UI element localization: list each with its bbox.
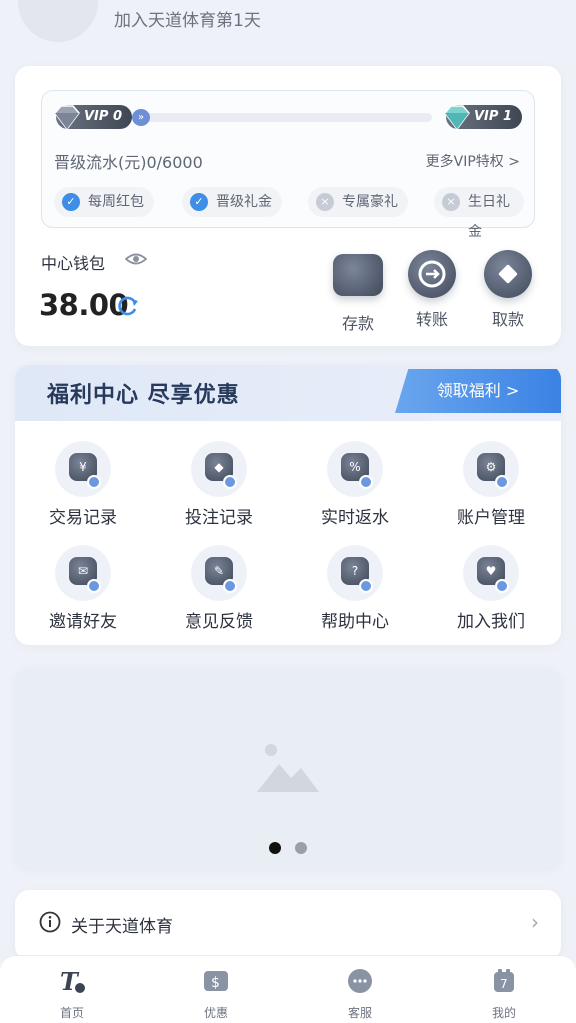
diamond-icon [54,105,80,131]
tab-profile[interactable]: 7 我的 [454,966,554,1021]
account-settings-icon: ⚙ [463,441,519,497]
feedback-icon: ✎ [191,545,247,601]
grid-item-label: 实时返水 [321,508,389,528]
grid-item-help-center[interactable]: ? 帮助中心 [295,545,415,632]
vip-next-label: VIP 1 [474,109,512,124]
wallet-icon [333,254,383,296]
svg-text:7: 7 [500,977,508,991]
grid-item-label: 加入我们 [457,612,525,632]
grid-item-feedback[interactable]: ✎ 意见反馈 [159,545,279,632]
perk-label: 生日礼金 [468,194,510,240]
svg-text:$: $ [211,975,220,991]
perk-label: 专属豪礼 [342,194,398,210]
tab-label: 我的 [491,1006,516,1020]
join-days-text: 加入天道体育第1天 [114,11,261,31]
withdraw-icon [484,250,532,298]
image-placeholder-icon [257,744,319,792]
perk-label: 晋级礼金 [216,194,272,210]
grid-item-label: 交易记录 [49,508,117,528]
rebate-icon: % [327,441,383,497]
transaction-record-icon: ¥ [55,441,111,497]
grid-item-rebate[interactable]: % 实时返水 [295,441,415,528]
transfer-label: 转账 [415,310,448,329]
withdraw-label: 取款 [491,310,524,329]
tab-promo[interactable]: $ 优惠 [166,966,266,1021]
carousel-dot-active[interactable] [269,842,281,854]
welfare-banner: 福利中心 尽享优惠 领取福利 > [15,365,561,421]
vip-flow-text: 晋级流水(元)0/6000 [54,153,203,172]
vip-current-label: VIP 0 [84,109,122,124]
vip-progress-bar: » [132,109,432,126]
grid-item-label: 意见反馈 [185,612,253,632]
progress-indicator-icon: » [132,109,150,126]
tab-label: 优惠 [203,1006,228,1020]
transfer-icon [408,250,456,298]
grid-item-account-settings[interactable]: ⚙ 账户管理 [431,441,551,528]
tab-label: 客服 [347,1006,372,1020]
join-us-icon: ♥ [463,545,519,601]
perk-birthday-bonus[interactable]: × 生日礼金 [434,187,524,240]
locked-icon: × [316,193,334,211]
transfer-button[interactable]: 转账 [399,250,465,330]
perk-weekly-bonus[interactable]: ✓ 每周红包 [54,187,154,217]
grid-item-bet-record[interactable]: ◆ 投注记录 [159,441,279,528]
check-icon: ✓ [190,193,208,211]
grid-item-invite-friend[interactable]: ✉ 邀请好友 [23,545,143,632]
vip-perks: ✓ 每周红包 ✓ 晋级礼金 × 专属豪礼 × 生日礼金 [54,187,524,240]
profile-icon: 7 [494,969,514,992]
info-icon [39,911,61,933]
grid-item-label: 邀请好友 [49,612,117,632]
invite-friend-icon: ✉ [55,545,111,601]
chevron-right-icon: › [531,910,539,934]
locked-icon: × [442,193,460,211]
check-icon: ✓ [62,193,80,211]
grid-item-transaction-record[interactable]: ¥ 交易记录 [23,441,143,528]
grid-item-label: 投注记录 [185,508,253,528]
promo-banner-carousel[interactable] [15,668,561,868]
carousel-dot[interactable] [295,842,307,854]
vip-current-badge: VIP 0 [54,105,132,131]
withdraw-button[interactable]: 取款 [475,250,541,330]
grid-item-join-us[interactable]: ♥ 加入我们 [431,545,551,632]
grid-item-label: 帮助中心 [321,612,389,632]
about-label: 关于天道体育 [71,917,173,937]
avatar[interactable] [18,0,98,42]
deposit-button[interactable]: 存款 [325,250,391,334]
vip-progress-box[interactable]: VIP 0 » VIP 1 晋级流水(元)0/6000 更多VIP特权 > ✓ … [41,90,535,240]
perk-upgrade-bonus[interactable]: ✓ 晋级礼金 [182,187,282,217]
about-row[interactable]: 关于天道体育 › [15,890,561,960]
vip-next-badge: VIP 1 [444,105,522,131]
grid-item-label: 账户管理 [457,508,525,528]
wallet-label: 中心钱包 [41,254,106,273]
help-icon: ? [327,545,383,601]
more-vip-link[interactable]: 更多VIP特权 > [426,151,520,171]
wallet-card: VIP 0 » VIP 1 晋级流水(元)0/6000 更多VIP特权 > ✓ … [15,66,561,346]
welfare-center-card: 福利中心 尽享优惠 领取福利 > ¥ 交易记录 ◆ 投注记录 % 实时返水 ⚙ … [15,365,561,645]
profile-header: 加入天道体育第1天 [0,0,576,60]
home-logo-icon: T [60,967,85,996]
wallet-balance: 38.00 [39,288,129,322]
refresh-icon[interactable] [117,295,139,317]
promo-icon: $ [204,971,228,991]
claim-welfare-button[interactable]: 领取福利 > [395,369,561,413]
bet-record-icon: ◆ [191,441,247,497]
tab-label: 首页 [59,1006,84,1020]
deposit-label: 存款 [341,314,374,333]
tab-support[interactable]: 客服 [310,966,410,1021]
bottom-tab-bar: T 首页 $ 优惠 客服 7 我的 [0,955,576,1023]
perk-exclusive-gift[interactable]: × 专属豪礼 [308,187,408,217]
tab-home[interactable]: T 首页 [22,966,122,1021]
support-chat-icon [348,969,372,993]
welfare-title: 福利中心 尽享优惠 [47,383,240,408]
diamond-icon [444,105,470,131]
perk-label: 每周红包 [88,194,144,210]
eye-icon[interactable] [125,250,147,268]
